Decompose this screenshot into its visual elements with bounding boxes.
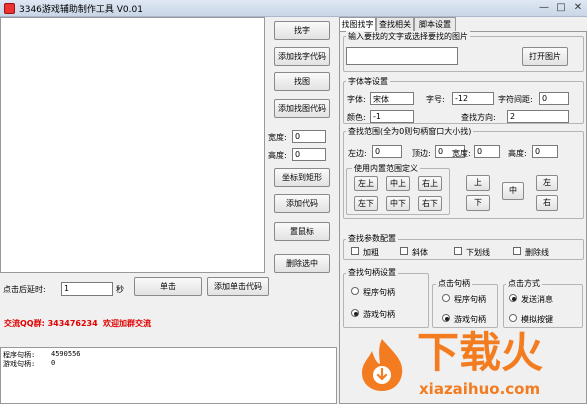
underline-label: 下划线 (466, 248, 490, 257)
builtin-range-title: 使用内置范围定义 (352, 163, 420, 174)
add-find-text-code-button[interactable]: 添加找字代码 (274, 47, 330, 66)
range-width-label: 宽度: (452, 149, 471, 158)
range-left-label: 左边: (348, 149, 367, 158)
handle-game-radio[interactable] (351, 309, 359, 317)
range-down-button[interactable]: 下 (466, 195, 490, 211)
click-handle-game-label: 游戏句柄 (454, 315, 486, 324)
search-direction-input[interactable]: 2 (507, 110, 569, 123)
color-input[interactable]: -1 (370, 110, 414, 123)
log-line1-value: 4590556 (51, 350, 81, 358)
click-method-title: 点击方式 (506, 278, 542, 289)
range-height-input[interactable]: 0 (532, 145, 558, 158)
strikethrough-checkbox[interactable] (513, 247, 521, 255)
click-handle-program-label: 程序句柄 (454, 295, 486, 304)
window-title: 3346游戏辅助制作工具 V0.01 (19, 5, 143, 15)
search-group-title: 输入要找的文字或选择要找的图片 (346, 31, 470, 42)
search-range-title: 查找范围(全为0则句柄窗口大小找) (346, 126, 474, 137)
handle-program-label: 程序句柄 (363, 288, 395, 297)
find-image-button[interactable]: 找图 (274, 72, 330, 91)
range-bottom-left-button[interactable]: 左下 (354, 196, 378, 211)
maximize-button[interactable]: □ (553, 1, 569, 15)
italic-checkbox[interactable] (400, 247, 408, 255)
search-params-title: 查找参数配置 (346, 233, 398, 244)
flame-logo-icon (362, 339, 403, 391)
click-button[interactable]: 单击 (134, 277, 202, 296)
close-button[interactable]: ✕ (570, 1, 586, 15)
range-left-button[interactable]: 左 (536, 175, 558, 191)
search-handle-title: 查找句柄设置 (346, 267, 398, 278)
add-click-code-button[interactable]: 添加单击代码 (207, 277, 269, 296)
font-size-label: 字号: (426, 95, 445, 104)
send-message-radio[interactable] (509, 294, 517, 302)
range-up-button[interactable]: 上 (466, 175, 490, 191)
width-input[interactable]: 0 (292, 130, 326, 143)
minimize-button[interactable]: — (536, 1, 552, 15)
underline-checkbox[interactable] (454, 247, 462, 255)
watermark-domain: xiazaihuo.com (419, 380, 541, 398)
add-code-button[interactable]: 添加代码 (274, 194, 330, 213)
range-height-label: 高度: (508, 149, 527, 158)
add-find-image-code-button[interactable]: 添加找图代码 (274, 99, 330, 118)
log-line2-label: 游戏句柄: (3, 360, 36, 368)
bold-checkbox[interactable] (351, 247, 359, 255)
title-bar: 3346游戏辅助制作工具 V0.01 — □ ✕ (0, 0, 587, 17)
coord-to-rect-button[interactable]: 坐标到矩形 (274, 168, 330, 187)
range-top-right-button[interactable]: 右上 (418, 176, 442, 191)
capture-canvas[interactable] (0, 17, 265, 273)
font-input[interactable]: 宋体 (370, 92, 414, 105)
simulate-key-radio[interactable] (509, 314, 517, 322)
handle-program-radio[interactable] (351, 287, 359, 295)
log-line2-value: 0 (51, 359, 56, 367)
font-size-input[interactable]: -12 (452, 92, 494, 105)
char-spacing-input[interactable]: 0 (539, 92, 569, 105)
qq-group-text: 交流QQ群: 343476234 (4, 319, 98, 328)
delay-label: 点击后延时: (3, 285, 46, 294)
search-direction-label: 查找方向: (461, 113, 496, 122)
range-right-button[interactable]: 右 (536, 195, 558, 211)
search-text-input[interactable] (346, 47, 458, 65)
range-width-input[interactable]: 0 (474, 145, 500, 158)
range-middle-top-button[interactable]: 中上 (386, 176, 410, 191)
click-handle-title: 点击句柄 (436, 278, 472, 289)
strikethrough-label: 删除线 (525, 248, 549, 257)
bold-label: 加粗 (363, 248, 379, 257)
range-top-label: 顶边: (412, 149, 431, 158)
tab-script-settings[interactable]: 脚本设置 (414, 17, 456, 31)
height-input[interactable]: 0 (292, 148, 326, 161)
open-image-button[interactable]: 打开图片 (522, 47, 568, 66)
char-spacing-label: 字符间距: (498, 95, 533, 104)
welcome-text: 欢迎加群交流 (103, 319, 151, 328)
simulate-key-label: 模拟按键 (521, 315, 553, 324)
range-center-button[interactable]: 中 (502, 182, 524, 200)
watermark: 下载火 xiazaihuo.com (345, 328, 585, 402)
log-panel: 程序句柄: 4590556 游戏句柄: 0 (0, 347, 337, 404)
font-label: 字体: (347, 95, 366, 104)
range-bottom-right-button[interactable]: 右下 (418, 196, 442, 211)
delay-input[interactable]: 1 (61, 282, 113, 296)
set-mouse-button[interactable]: 置鼠标 (274, 222, 330, 241)
handle-game-label: 游戏句柄 (363, 310, 395, 319)
italic-label: 斜体 (412, 248, 428, 257)
delay-unit: 秒 (116, 285, 124, 294)
color-label: 颜色: (347, 113, 366, 122)
send-message-label: 发送消息 (521, 295, 553, 304)
tab-find[interactable]: 找图找字 (339, 17, 376, 32)
height-label: 高度: (268, 151, 287, 160)
tab-search[interactable]: 查找相关 (376, 17, 414, 31)
watermark-brand: 下载火 (417, 328, 544, 377)
range-top-left-button[interactable]: 左上 (354, 176, 378, 191)
width-label: 宽度: (268, 133, 287, 142)
app-icon (4, 3, 15, 14)
click-handle-game-radio[interactable] (442, 314, 450, 322)
find-text-button[interactable]: 找字 (274, 21, 330, 40)
range-middle-bottom-button[interactable]: 中下 (386, 196, 410, 211)
font-settings-title: 字体等设置 (346, 76, 390, 87)
click-handle-program-radio[interactable] (442, 294, 450, 302)
range-left-input[interactable]: 0 (372, 145, 402, 158)
delete-selected-button[interactable]: 删除选中 (274, 254, 330, 273)
